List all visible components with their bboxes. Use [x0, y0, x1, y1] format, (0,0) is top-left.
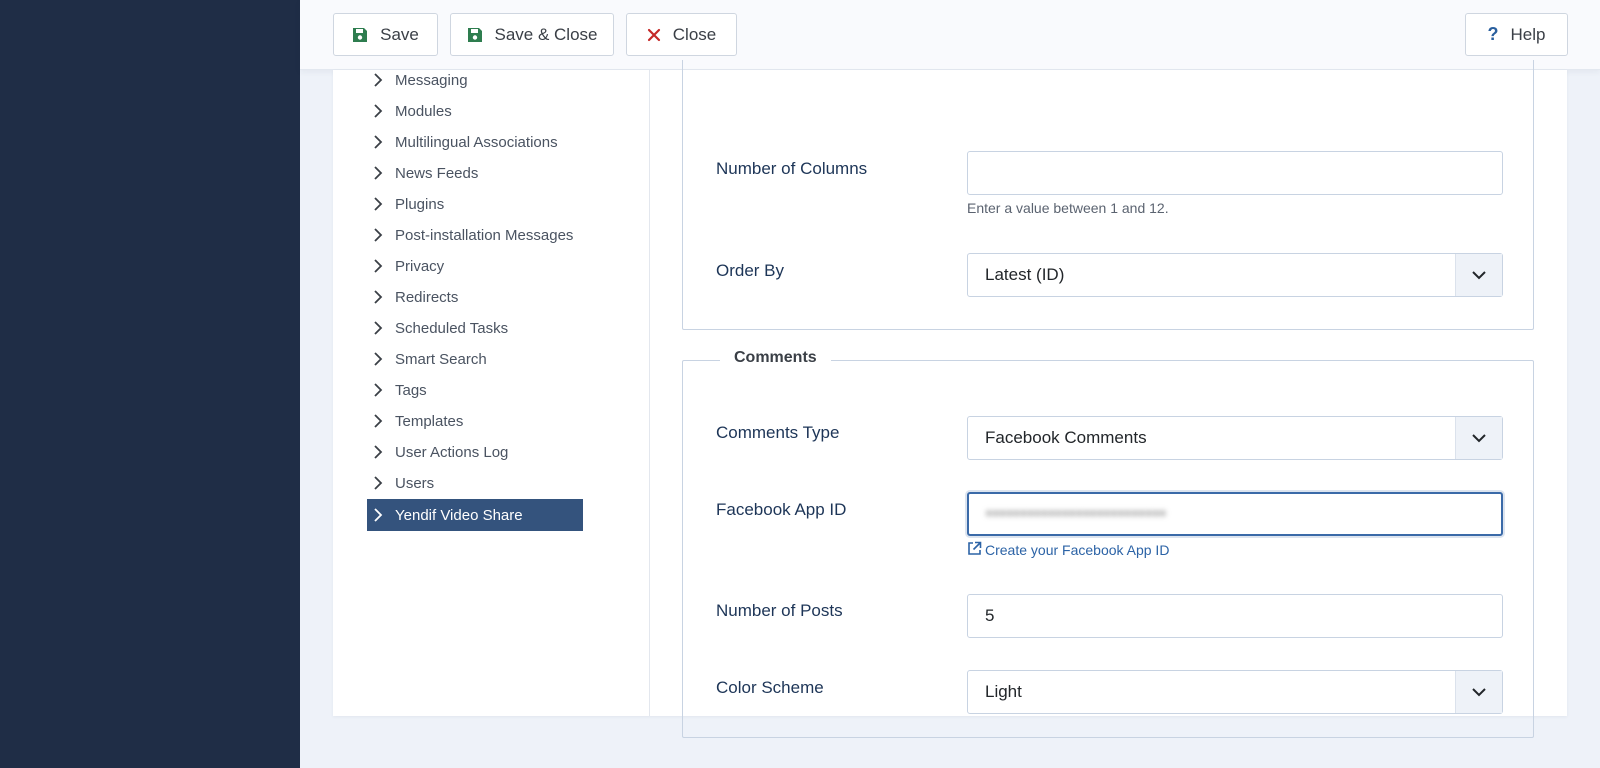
admin-side-rail [0, 0, 300, 768]
sidebar-divider [649, 70, 650, 716]
chevron-right-icon [373, 197, 389, 211]
chevron-right-icon [373, 476, 389, 490]
number-of-posts-label: Number of Posts [716, 601, 843, 620]
help-button-label: Help [1510, 24, 1546, 44]
sidebar-item-label: Multilingual Associations [395, 133, 558, 151]
sidebar-item-redirects[interactable]: Redirects [367, 281, 583, 313]
sidebar-item-users[interactable]: Users [367, 467, 583, 499]
sidebar-item-plugins[interactable]: Plugins [367, 188, 583, 220]
chevron-right-icon [373, 228, 389, 242]
sidebar-item-yendif-video-share[interactable]: Yendif Video Share [367, 499, 583, 531]
color-scheme-select[interactable]: Light [967, 670, 1503, 714]
sidebar-item-label: Plugins [395, 195, 445, 213]
chevron-right-icon [373, 290, 389, 304]
sidebar-item-tags[interactable]: Tags [367, 374, 583, 406]
sidebar-item-user-actions-log[interactable]: User Actions Log [367, 436, 583, 468]
chevron-down-icon [1455, 671, 1502, 713]
number-of-posts-input[interactable] [967, 594, 1503, 638]
sidebar-item-label: Privacy [395, 257, 445, 275]
facebook-app-id-input[interactable]: •••••••••••••••••••••••••• [967, 492, 1503, 536]
sidebar-item-templates[interactable]: Templates [367, 405, 583, 437]
sidebar-item-label: Redirects [395, 288, 459, 306]
sidebar-item-scheduled-tasks[interactable]: Scheduled Tasks [367, 312, 583, 344]
external-link-icon [967, 541, 982, 559]
comments-legend: Comments [720, 349, 831, 367]
chevron-down-icon [1455, 254, 1502, 296]
sidebar-item-label: Yendif Video Share [395, 506, 523, 524]
save-and-close-button[interactable]: Save & Close [450, 13, 614, 56]
order-by-value: Latest (ID) [985, 265, 1065, 284]
chevron-right-icon [373, 508, 389, 522]
chevron-right-icon [373, 321, 389, 335]
order-by-select[interactable]: Latest (ID) [967, 253, 1503, 297]
sidebar-item-news-feeds[interactable]: News Feeds [367, 157, 583, 189]
sidebar-item-messaging[interactable]: Messaging [367, 64, 583, 96]
sidebar-item-label: Modules [395, 102, 452, 120]
number-of-columns-input[interactable] [967, 151, 1503, 195]
chevron-right-icon [373, 166, 389, 180]
listing-fieldset: Number of Columns Enter a value between … [682, 60, 1534, 330]
close-button[interactable]: Close [626, 13, 737, 56]
comments-fieldset: Comments Comments Type Facebook Comments… [682, 349, 1534, 738]
sidebar-item-multilingual-associations[interactable]: Multilingual Associations [367, 126, 583, 158]
sidebar-item-label: Messaging [395, 71, 468, 89]
close-icon [647, 28, 661, 42]
order-by-label: Order By [716, 261, 785, 280]
close-button-label: Close [672, 24, 717, 44]
options-card: Messaging Modules Multilingual Associati… [333, 60, 1567, 738]
sidebar-item-smart-search[interactable]: Smart Search [367, 343, 583, 375]
chevron-right-icon [373, 383, 389, 397]
number-of-columns-label: Number of Columns [716, 159, 868, 178]
chevron-right-icon [373, 414, 389, 428]
save-icon [352, 27, 368, 43]
color-scheme-label: Color Scheme [716, 678, 824, 697]
sidebar-item-label: Scheduled Tasks [395, 319, 509, 337]
chevron-right-icon [373, 352, 389, 366]
chevron-right-icon [373, 73, 389, 87]
chevron-right-icon [373, 445, 389, 459]
comments-type-select[interactable]: Facebook Comments [967, 416, 1503, 460]
sidebar-item-label: User Actions Log [395, 443, 509, 461]
sidebar-item-label: News Feeds [395, 164, 479, 182]
help-button[interactable]: ? Help [1465, 13, 1568, 56]
question-icon: ? [1487, 24, 1499, 44]
chevron-right-icon [373, 259, 389, 273]
save-and-close-button-label: Save & Close [494, 24, 598, 44]
color-scheme-value: Light [985, 682, 1022, 701]
sidebar-item-label: Smart Search [395, 350, 487, 368]
chevron-down-icon [1455, 417, 1502, 459]
sidebar-item-label: Templates [395, 412, 464, 430]
create-facebook-app-id-link[interactable]: Create your Facebook App ID [967, 541, 1169, 559]
number-of-columns-hint: Enter a value between 1 and 12. [967, 200, 1169, 216]
sidebar-item-modules[interactable]: Modules [367, 95, 583, 127]
comments-type-label: Comments Type [716, 423, 840, 442]
save-icon [467, 27, 483, 43]
create-facebook-app-id-label: Create your Facebook App ID [985, 542, 1170, 558]
save-button-label: Save [380, 24, 419, 44]
sidebar-item-privacy[interactable]: Privacy [367, 250, 583, 282]
sidebar-item-label: Post-installation Messages [395, 226, 574, 244]
facebook-app-id-label: Facebook App ID [716, 500, 847, 519]
chevron-right-icon [373, 104, 389, 118]
sidebar-item-label: Tags [395, 381, 427, 399]
component-tree: Messaging Modules Multilingual Associati… [333, 70, 649, 716]
sidebar-item-post-installation-messages[interactable]: Post-installation Messages [367, 219, 583, 251]
comments-type-value: Facebook Comments [985, 428, 1147, 447]
facebook-app-id-value: •••••••••••••••••••••••••• [986, 504, 1167, 523]
chevron-right-icon [373, 135, 389, 149]
save-button[interactable]: Save [333, 13, 438, 56]
sidebar-item-label: Users [395, 474, 435, 492]
